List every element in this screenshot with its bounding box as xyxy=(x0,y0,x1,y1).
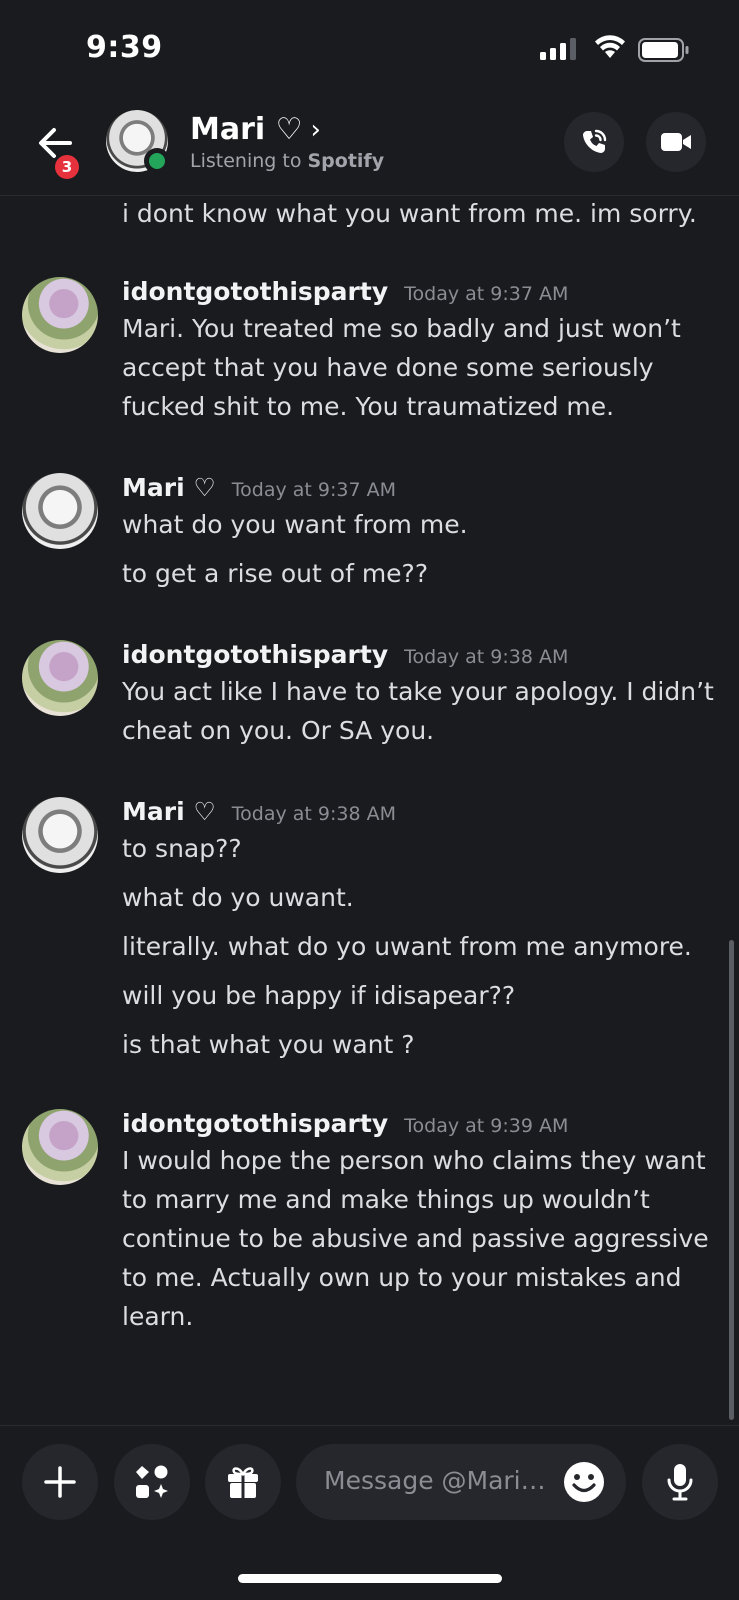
activity-app: Spotify xyxy=(307,150,385,172)
message-timestamp: Today at 9:37 AM xyxy=(404,283,569,305)
message-line: I would hope the person who claims they … xyxy=(122,1146,706,1175)
unread-badge: 3 xyxy=(52,152,82,182)
status-bar: 9:39 xyxy=(0,0,739,100)
message-line: continue to be abusive and passive aggre… xyxy=(122,1224,709,1253)
contact-name[interactable]: Mari ♡ xyxy=(190,112,303,147)
voice-message-button[interactable] xyxy=(642,1444,718,1520)
video-camera-icon xyxy=(661,133,691,151)
apps-button[interactable] xyxy=(114,1444,190,1520)
message-line: i dont know what you want from me. im so… xyxy=(122,199,697,228)
add-attachment-button[interactable] xyxy=(22,1444,98,1520)
header-title[interactable]: Mari ♡ › xyxy=(190,112,321,147)
avatar[interactable] xyxy=(22,277,98,353)
battery-icon xyxy=(638,38,689,62)
message-list[interactable]: i dont know what you want from me. im so… xyxy=(0,197,739,1425)
message-input[interactable]: Message @Mari… xyxy=(296,1444,626,1520)
message-line: cheat on you. Or SA you. xyxy=(122,716,435,745)
avatar[interactable] xyxy=(22,1109,98,1185)
message-line: fucked shit to me. You traumatized me. xyxy=(122,392,615,421)
message-line: literally. what do yo uwant from me anym… xyxy=(122,932,692,961)
message-author[interactable]: idontgotothisparty xyxy=(122,640,388,669)
emoji-icon[interactable] xyxy=(562,1460,606,1504)
message-author[interactable]: Mari ♡ xyxy=(122,797,216,826)
message-line: accept that you have done some seriously xyxy=(122,353,654,382)
scrollbar[interactable] xyxy=(729,940,734,1420)
message-line: to marry me and make things up wouldn’t xyxy=(122,1185,650,1214)
message-line: to snap?? xyxy=(122,834,242,863)
message-line: what do you want from me. xyxy=(122,510,468,539)
plus-icon xyxy=(44,1466,76,1498)
gift-icon xyxy=(228,1467,258,1498)
message-timestamp: Today at 9:37 AM xyxy=(231,479,396,501)
message-line: will you be happy if idisapear?? xyxy=(122,981,516,1010)
dm-header: 3 Mari ♡ › Listening to Spotify xyxy=(0,100,739,196)
message-timestamp: Today at 9:39 AM xyxy=(404,1115,569,1137)
apps-icon xyxy=(136,1465,168,1498)
message-line: Mari. You treated me so badly and just w… xyxy=(122,314,681,343)
voice-call-button[interactable] xyxy=(564,112,624,172)
message-author[interactable]: idontgotothisparty xyxy=(122,277,388,306)
message-line: learn. xyxy=(122,1302,194,1331)
message-input-placeholder: Message @Mari… xyxy=(324,1466,546,1495)
message-line: You act like I have to take your apology… xyxy=(122,677,714,706)
video-call-button[interactable] xyxy=(646,112,706,172)
message-line: what do yo uwant. xyxy=(122,883,354,912)
home-indicator[interactable] xyxy=(238,1574,502,1583)
gift-button[interactable] xyxy=(205,1444,281,1520)
message-line: to me. Actually own up to your mistakes … xyxy=(122,1263,682,1292)
message-timestamp: Today at 9:38 AM xyxy=(404,646,569,668)
wifi-icon xyxy=(595,35,625,58)
activity-prefix: Listening to xyxy=(190,150,302,172)
cellular-signal-icon xyxy=(540,38,576,60)
message-timestamp: Today at 9:38 AM xyxy=(231,803,396,825)
message-composer: Message @Mari… xyxy=(0,1425,739,1600)
message-author[interactable]: idontgotothisparty xyxy=(122,1109,388,1138)
message-line: to get a rise out of me?? xyxy=(122,559,429,588)
avatar[interactable] xyxy=(22,640,98,716)
microphone-icon xyxy=(667,1464,693,1501)
online-status-dot xyxy=(144,148,170,174)
activity-status: Listening to Spotify xyxy=(190,150,384,172)
chevron-right-icon: › xyxy=(310,114,321,145)
status-time: 9:39 xyxy=(86,30,163,65)
avatar[interactable] xyxy=(22,797,98,873)
message-line: is that what you want ? xyxy=(122,1030,415,1059)
message-author[interactable]: Mari ♡ xyxy=(122,473,216,502)
phone-icon xyxy=(583,129,607,153)
avatar[interactable] xyxy=(22,473,98,549)
